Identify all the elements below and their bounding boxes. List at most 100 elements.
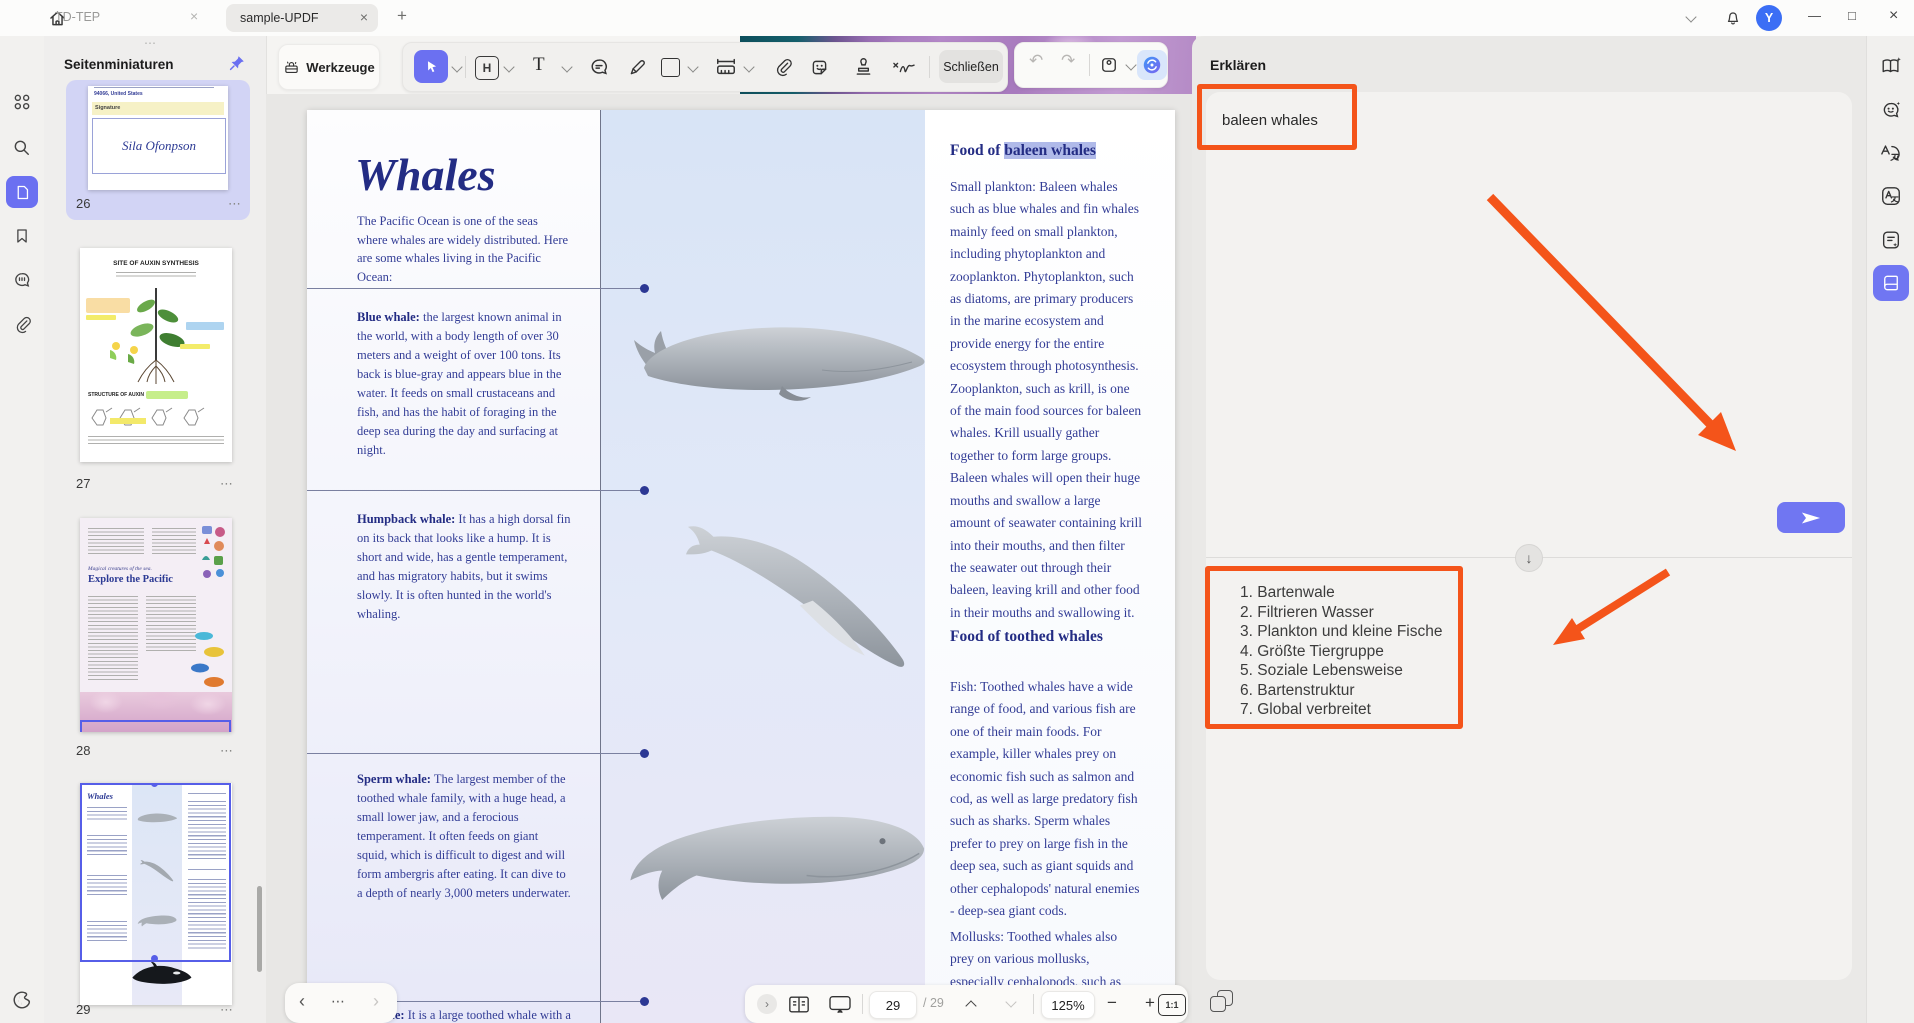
actual-size-icon[interactable]: 1:1 — [1158, 994, 1186, 1016]
comment-tool-icon[interactable] — [587, 55, 611, 79]
notifications-bell-icon[interactable] — [1722, 7, 1744, 29]
section-blue-whale: Blue whale: the largest known animal in … — [357, 310, 562, 457]
toolbox-icon — [283, 59, 300, 76]
document-title: Whales — [355, 149, 496, 200]
document-intro: The Pacific Ocean is one of the seas whe… — [357, 214, 569, 284]
page-29-more-icon[interactable]: ⋯ — [220, 1002, 234, 1018]
select-tool-button[interactable] — [414, 50, 448, 83]
page-28-thumbnail[interactable]: Magical creatures of the sea. Explore th… — [80, 518, 232, 732]
paragraph-baleen: Small plankton: Baleen whales such as bl… — [950, 179, 1142, 620]
thumbnails-panel-title: Seitenminiaturen — [64, 57, 174, 72]
comments-icon[interactable] — [11, 269, 33, 291]
collapse-toolbar-button[interactable]: › — [757, 994, 777, 1014]
ai-summary-note-icon[interactable] — [1879, 228, 1903, 252]
page-prev-icon[interactable]: ‹ — [299, 991, 305, 1012]
page-29-label: 29 — [76, 1002, 91, 1017]
ai-chat-icon[interactable] — [1879, 98, 1903, 122]
page-28-more-icon[interactable]: ⋯ — [220, 743, 234, 759]
page-next-icon[interactable]: › — [373, 991, 379, 1012]
avatar[interactable]: Y — [1756, 5, 1782, 31]
attachments-icon[interactable] — [11, 313, 33, 335]
section-label: Humpback whale: — [357, 512, 456, 526]
pager-more-icon[interactable]: ⋯ — [331, 993, 346, 1010]
send-icon — [1801, 512, 1821, 523]
measure-tool-icon[interactable] — [713, 55, 739, 79]
explain-panel-active-button[interactable] — [1873, 265, 1909, 301]
heading-tool-icon[interactable]: H — [475, 56, 499, 80]
next-page-chevron-icon[interactable] — [1005, 996, 1017, 1008]
two-page-view-icon[interactable] — [787, 993, 811, 1015]
bookmark-icon[interactable] — [11, 225, 33, 247]
thumbnails-tab-active[interactable] — [6, 176, 38, 208]
new-tab-icon[interactable]: + — [397, 6, 407, 26]
panel-drag-dots-icon[interactable]: ⋯ — [144, 36, 158, 50]
section-label: Blue whale: — [357, 310, 420, 324]
close-annotation-button[interactable]: Schließen — [939, 50, 1003, 83]
avatar-initial: Y — [1764, 11, 1774, 25]
save-icon[interactable] — [1097, 53, 1121, 77]
zoom-out-icon[interactable]: − — [1107, 993, 1117, 1013]
page-29-thumbnail[interactable]: Whales — [80, 783, 232, 1005]
thumbnail-group-26[interactable]: 94066, United States Signature Sila Ofon… — [66, 80, 250, 220]
thumbnails-scrollbar[interactable] — [257, 886, 262, 972]
close-window-icon[interactable]: × — [1889, 7, 1898, 25]
search-icon[interactable] — [11, 137, 33, 159]
titlebar-chevron-down-icon[interactable] — [1685, 11, 1697, 23]
tab-active-label: sample-UPDF — [240, 11, 319, 25]
undo-icon[interactable]: ↶ — [1029, 51, 1043, 71]
tab-inactive-close-icon[interactable]: × — [190, 8, 198, 24]
tab-active[interactable]: sample-UPDF × — [226, 4, 378, 32]
send-button[interactable] — [1777, 502, 1845, 533]
tab-inactive-label[interactable]: TD-TEP — [55, 10, 100, 24]
section-humpback-whale: Humpback whale: It has a high dorsal fin… — [357, 512, 571, 621]
page-26-more-icon[interactable]: ⋯ — [228, 196, 242, 212]
ai-assistant-button[interactable] — [1137, 50, 1167, 80]
select-tool-chevron-icon[interactable] — [451, 61, 463, 73]
stamp-tool-icon[interactable] — [851, 55, 875, 79]
shape-tool-icon[interactable] — [661, 58, 680, 77]
ai-tools-strip — [1866, 36, 1914, 1023]
page-27-thumbnail[interactable]: SITE OF AUXIN SYNTHESIS STRUCTURE OF AUX… — [80, 248, 232, 462]
view-status-toolbar: › 29 / 29 125% − + 1:1 — [745, 985, 1188, 1023]
page-27-more-icon[interactable]: ⋯ — [220, 476, 234, 492]
minimize-icon[interactable]: — — [1808, 8, 1821, 23]
shape-tool-chevron-icon[interactable] — [687, 61, 699, 73]
humpback-whale-image — [685, 526, 905, 667]
pin-icon[interactable] — [228, 54, 246, 72]
heading-tool-chevron-icon[interactable] — [503, 61, 515, 73]
titlebar: TD-TEP × sample-UPDF × + Y — □ × — [0, 0, 1914, 37]
annotation-toolbar: H T Schließen — [402, 42, 1008, 92]
redo-icon[interactable]: ↷ — [1061, 51, 1075, 71]
left-sidebar — [0, 36, 45, 1023]
page-26-thumbnail[interactable]: 94066, United States Signature Sila Ofon… — [88, 86, 228, 190]
measure-tool-chevron-icon[interactable] — [743, 61, 755, 73]
page-27-label: 27 — [76, 476, 91, 491]
maximize-icon[interactable]: □ — [1848, 8, 1856, 23]
translate-square-icon[interactable] — [1879, 184, 1903, 208]
signature-tool-icon[interactable] — [889, 55, 919, 79]
theme-palette-icon[interactable] — [10, 988, 34, 1012]
page-number-input[interactable]: 29 — [869, 991, 917, 1019]
attachment-tool-icon[interactable] — [771, 55, 795, 79]
app-grid-icon[interactable] — [11, 91, 33, 113]
copy-response-icon[interactable] — [1210, 990, 1234, 1014]
previous-page-chevron-icon[interactable] — [965, 1000, 977, 1012]
text-tool-chevron-icon[interactable] — [561, 61, 573, 73]
zoom-level-input[interactable]: 125% — [1041, 991, 1095, 1019]
presentation-mode-icon[interactable] — [827, 993, 853, 1015]
ai-panel-title: Erklären — [1210, 57, 1267, 73]
thumb28-title: Explore the Pacific — [88, 574, 173, 585]
zoom-in-icon[interactable]: + — [1145, 993, 1155, 1013]
tools-button[interactable]: Werkzeuge — [278, 44, 380, 90]
text-tool-icon[interactable]: T — [533, 54, 545, 76]
history-toolbar: ↶ ↷ — [1014, 42, 1168, 88]
sticker-tool-icon[interactable] — [807, 55, 831, 79]
viewport-indicator[interactable] — [80, 783, 231, 962]
sperm-whale-image — [630, 816, 925, 900]
pen-tool-icon[interactable] — [625, 55, 649, 79]
scroll-down-button[interactable]: ↓ — [1515, 544, 1543, 572]
tab-active-close-icon[interactable]: × — [360, 9, 368, 25]
translate-circle-icon[interactable] — [1879, 141, 1903, 165]
save-chevron-icon[interactable] — [1125, 59, 1137, 71]
ai-read-book-icon[interactable] — [1879, 54, 1903, 78]
